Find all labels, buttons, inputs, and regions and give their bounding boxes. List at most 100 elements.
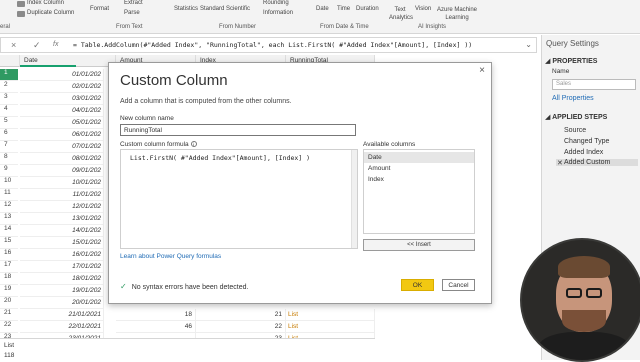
- info-icon[interactable]: i: [190, 141, 197, 147]
- column-header-date-label: Date: [24, 57, 38, 64]
- ribbon-scientific[interactable]: Scientific: [226, 6, 250, 12]
- ribbon-parse[interactable]: Parse: [124, 10, 140, 16]
- row-number[interactable]: 12: [0, 201, 18, 213]
- row-number[interactable]: 1: [0, 69, 18, 81]
- row-number[interactable]: 17: [0, 261, 18, 273]
- all-properties-link[interactable]: All Properties: [552, 95, 594, 102]
- cell-date[interactable]: 18/01/202: [20, 273, 104, 285]
- cell-date[interactable]: 17/01/202: [20, 261, 104, 273]
- available-column-date[interactable]: Date: [364, 152, 474, 163]
- ribbon-rounding[interactable]: Rounding: [263, 0, 289, 6]
- ribbon-group-from-text: From Text: [116, 24, 143, 30]
- step-changed-type[interactable]: Changed Type: [564, 138, 609, 145]
- ok-button[interactable]: OK: [401, 279, 434, 291]
- available-column-amount[interactable]: Amount: [364, 163, 474, 174]
- cell-index[interactable]: 21: [196, 309, 286, 321]
- fx-icon[interactable]: fx: [53, 41, 58, 48]
- row-number[interactable]: 6: [0, 129, 18, 141]
- cell-date[interactable]: 06/01/202: [20, 129, 104, 141]
- row-number[interactable]: 11: [0, 189, 18, 201]
- ribbon-index-column[interactable]: Index Column: [27, 0, 64, 6]
- cell-date[interactable]: 12/01/202: [20, 201, 104, 213]
- cell-amount[interactable]: 18: [116, 309, 196, 321]
- chevron-down-icon[interactable]: ⌄: [525, 40, 532, 49]
- row-number[interactable]: 7: [0, 141, 18, 153]
- ribbon-text-analytics[interactable]: Text Analytics: [389, 6, 413, 22]
- step-added-index[interactable]: Added Index: [564, 149, 603, 156]
- ribbon-extract[interactable]: Extract: [124, 0, 143, 6]
- row-number[interactable]: 18: [0, 273, 18, 285]
- cell-date[interactable]: 15/01/202: [20, 237, 104, 249]
- cancel-button[interactable]: Cancel: [442, 279, 475, 291]
- step-source[interactable]: Source: [564, 127, 586, 134]
- close-icon[interactable]: ×: [479, 65, 485, 76]
- row-number[interactable]: 14: [0, 225, 18, 237]
- row-number[interactable]: 21: [0, 309, 18, 321]
- cell-date[interactable]: 20/01/202: [20, 297, 104, 309]
- cell-date[interactable]: 14/01/202: [20, 225, 104, 237]
- cell-date[interactable]: 13/01/202: [20, 213, 104, 225]
- webcam-overlay: [520, 238, 640, 362]
- cell-date[interactable]: 19/01/202: [20, 285, 104, 297]
- cell-date[interactable]: 22/01/2021: [20, 321, 104, 333]
- step-added-custom-label: Added Custom: [564, 159, 611, 166]
- new-column-name-label: New column name: [120, 115, 174, 122]
- ribbon-vision[interactable]: Vision: [415, 6, 431, 12]
- query-name-input[interactable]: Sales: [552, 79, 636, 90]
- cancel-formula-icon[interactable]: ×: [11, 40, 16, 50]
- row-number[interactable]: 10: [0, 177, 18, 189]
- ribbon-format[interactable]: Format: [90, 6, 109, 12]
- cell-date[interactable]: 10/01/202: [20, 177, 104, 189]
- ribbon-azure-ml[interactable]: Azure Machine Learning: [436, 6, 478, 22]
- row-number[interactable]: 20: [0, 297, 18, 309]
- cell-date[interactable]: 04/01/202: [20, 105, 104, 117]
- ribbon-information[interactable]: Information: [263, 10, 293, 16]
- confirm-formula-icon[interactable]: ✓: [33, 40, 41, 51]
- cell-date[interactable]: 02/01/202: [20, 81, 104, 93]
- available-column-index[interactable]: Index: [364, 174, 474, 185]
- ribbon-time[interactable]: Time: [337, 6, 350, 12]
- row-number[interactable]: 22: [0, 321, 18, 333]
- row-number[interactable]: 8: [0, 153, 18, 165]
- row-number[interactable]: 9: [0, 165, 18, 177]
- cell-date[interactable]: 07/01/202: [20, 141, 104, 153]
- ribbon-statistics[interactable]: Statistics: [174, 6, 198, 12]
- duplicate-column-icon: [17, 11, 25, 17]
- row-number[interactable]: 4: [0, 105, 18, 117]
- row-number[interactable]: 2: [0, 81, 18, 93]
- cell-date[interactable]: 16/01/202: [20, 249, 104, 261]
- row-number[interactable]: 15: [0, 237, 18, 249]
- insert-button[interactable]: << Insert: [363, 239, 475, 251]
- row-number[interactable]: 5: [0, 117, 18, 129]
- ribbon-standard[interactable]: Standard: [200, 6, 224, 12]
- row-number[interactable]: 16: [0, 249, 18, 261]
- step-added-custom[interactable]: ✕ Added Custom: [556, 159, 638, 167]
- cell-runningtotal-list-link[interactable]: List: [286, 321, 375, 333]
- grid-corner[interactable]: [0, 55, 20, 67]
- formula-text[interactable]: = Table.AddColumn(#"Added Index", "Runni…: [73, 41, 472, 49]
- new-column-name-input[interactable]: RunningTotal: [120, 124, 356, 136]
- applied-steps-section[interactable]: ◢ APPLIED STEPS: [545, 113, 607, 121]
- ribbon-date[interactable]: Date: [316, 6, 329, 12]
- row-number[interactable]: 3: [0, 93, 18, 105]
- cell-date[interactable]: 11/01/202: [20, 189, 104, 201]
- cell-date[interactable]: 21/01/2021: [20, 309, 104, 321]
- formula-editor[interactable]: List.FirstN( #"Added Index"[Amount], [In…: [120, 149, 358, 249]
- cell-date[interactable]: 08/01/202: [20, 153, 104, 165]
- cell-date[interactable]: 09/01/202: [20, 165, 104, 177]
- cell-date[interactable]: 01/01/202: [20, 69, 104, 81]
- ribbon-duplicate-column[interactable]: Duplicate Column: [27, 10, 74, 16]
- learn-formulas-link[interactable]: Learn about Power Query formulas: [120, 253, 221, 260]
- cell-amount[interactable]: 46: [116, 321, 196, 333]
- row-number[interactable]: 19: [0, 285, 18, 297]
- cell-index[interactable]: 22: [196, 321, 286, 333]
- editor-scrollbar[interactable]: [351, 150, 357, 248]
- cell-date[interactable]: 03/01/202: [20, 93, 104, 105]
- properties-section[interactable]: ◢ PROPERTIES: [545, 57, 597, 65]
- ribbon-duration[interactable]: Duration: [356, 6, 379, 12]
- formula-code[interactable]: List.FirstN( #"Added Index"[Amount], [In…: [130, 154, 310, 162]
- cell-runningtotal-list-link[interactable]: List: [286, 309, 375, 321]
- row-number[interactable]: 13: [0, 213, 18, 225]
- cell-date[interactable]: 05/01/202: [20, 117, 104, 129]
- delete-step-icon[interactable]: ✕: [557, 159, 563, 167]
